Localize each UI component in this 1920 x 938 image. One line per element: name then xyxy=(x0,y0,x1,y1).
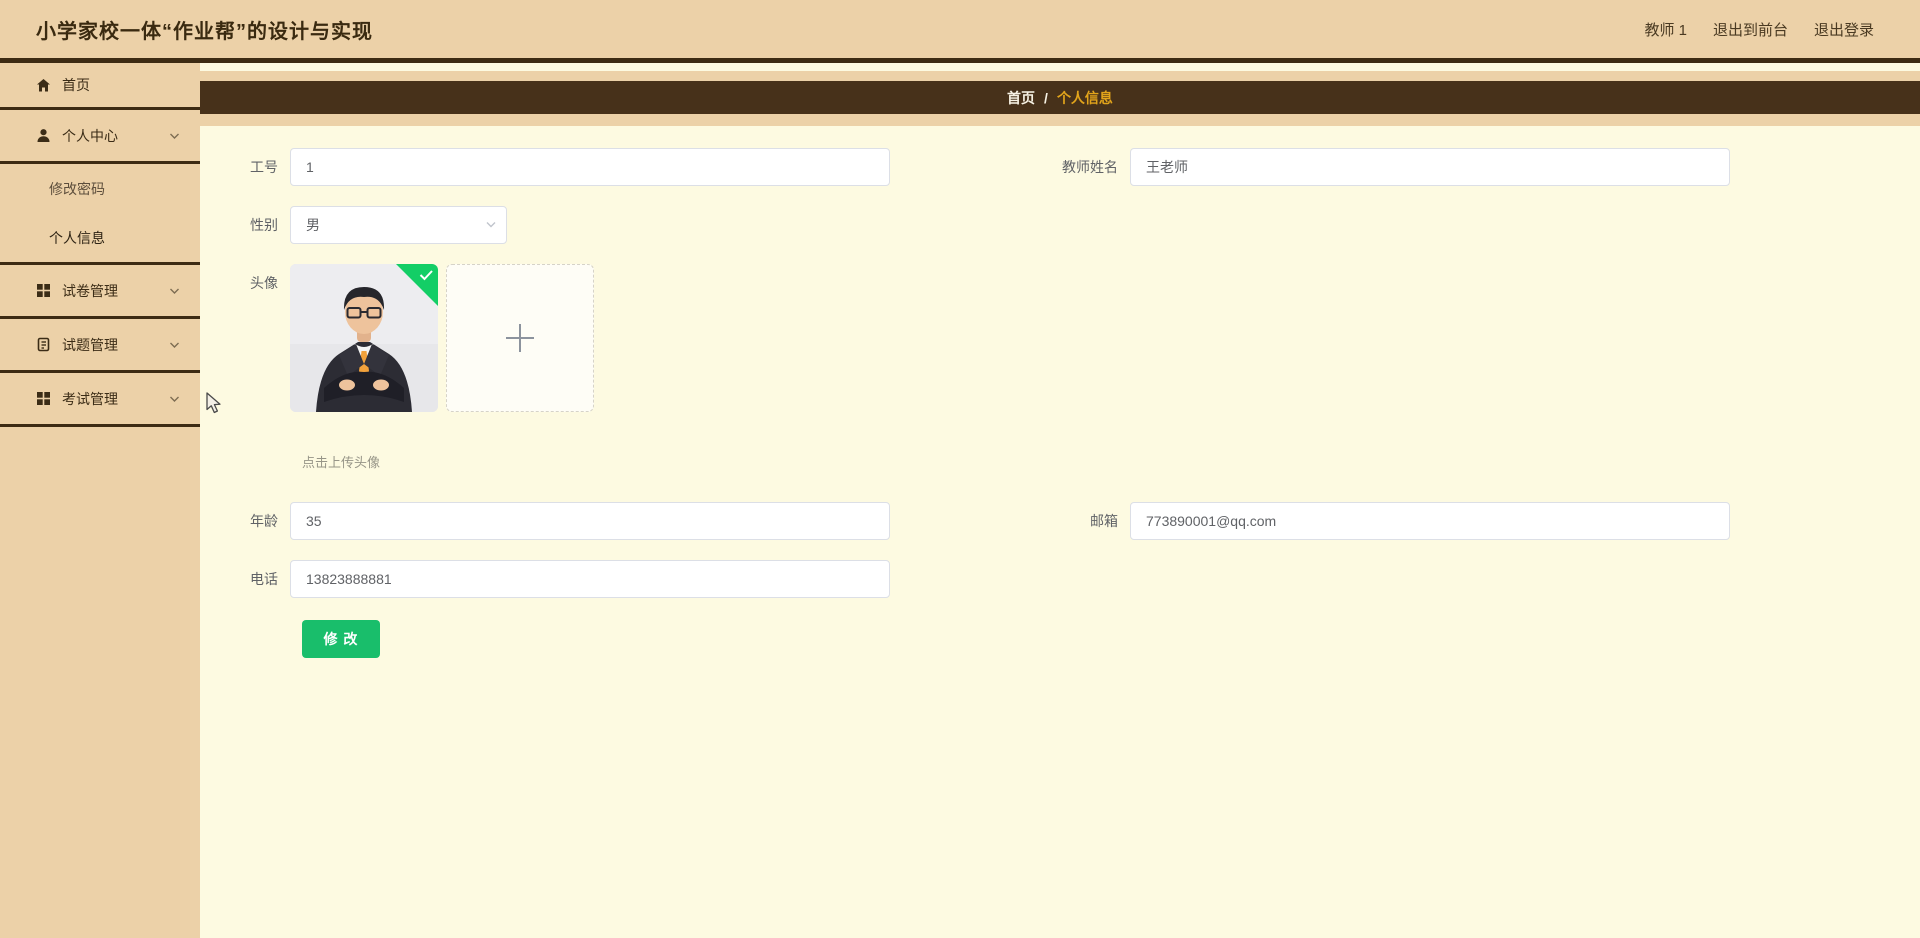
modify-button[interactable]: 修 改 xyxy=(302,620,380,658)
age-field[interactable] xyxy=(290,502,890,540)
current-user-label: 教师 1 xyxy=(1644,21,1687,39)
chevron-down-icon xyxy=(170,288,179,294)
teacher-name-label: 教师姓名 xyxy=(1062,159,1118,175)
exit-to-front-link[interactable]: 退出到前台 xyxy=(1713,19,1788,40)
chevron-down-icon xyxy=(486,222,496,228)
app-header: 小学家校一体“作业帮”的设计与实现 教师 1 退出到前台 退出登录 xyxy=(0,0,1920,63)
sidebar-item-label: 个人中心 xyxy=(62,127,118,144)
grid-icon xyxy=(37,284,50,297)
check-icon xyxy=(419,270,433,281)
phone-field[interactable] xyxy=(290,560,890,598)
sidebar-submenu-personal-center: 修改密码 个人信息 xyxy=(0,164,200,265)
sidebar-item-label: 修改密码 xyxy=(49,180,105,197)
sidebar-item-personal-info[interactable]: 个人信息 xyxy=(0,213,200,262)
sidebar-item-label: 试题管理 xyxy=(62,336,118,353)
sidebar-item-label: 试卷管理 xyxy=(62,282,118,299)
home-icon xyxy=(37,78,50,91)
app-title: 小学家校一体“作业帮”的设计与实现 xyxy=(36,20,373,43)
chevron-down-icon xyxy=(170,342,179,348)
avatar-label: 头像 xyxy=(250,275,278,291)
breadcrumb-home-link[interactable]: 首页 xyxy=(1007,88,1035,108)
sidebar-item-label: 首页 xyxy=(62,77,90,93)
chevron-down-icon xyxy=(170,396,179,402)
plus-icon xyxy=(506,324,534,352)
sidebar-item-label: 考试管理 xyxy=(62,390,118,407)
breadcrumb-separator: / xyxy=(1044,89,1048,106)
sidebar-item-paper-management[interactable]: 试卷管理 xyxy=(0,265,200,319)
personal-info-form: 工号 教师姓名 性别 xyxy=(200,126,1920,658)
sidebar-item-label: 个人信息 xyxy=(49,229,105,246)
avatar-upload-button[interactable] xyxy=(446,264,594,412)
sidebar-item-exam-management[interactable]: 考试管理 xyxy=(0,373,200,427)
gender-select[interactable] xyxy=(290,206,507,244)
main-content: 首页 / 个人信息 工号 教师姓名 xyxy=(200,63,1920,938)
work-id-label: 工号 xyxy=(250,159,278,175)
teacher-name-field[interactable] xyxy=(1130,148,1730,186)
email-label: 邮箱 xyxy=(1090,513,1118,529)
upload-hint: 点击上传头像 xyxy=(302,455,381,470)
sidebar-item-personal-center[interactable]: 个人中心 xyxy=(0,110,200,164)
work-id-field[interactable] xyxy=(290,148,890,186)
sidebar-item-home[interactable]: 首页 xyxy=(0,63,200,110)
clipboard-icon xyxy=(37,337,50,352)
breadcrumb: 首页 / 个人信息 xyxy=(200,81,1920,114)
phone-label: 电话 xyxy=(250,571,278,587)
header-menu: 教师 1 退出到前台 退出登录 xyxy=(1618,19,1874,40)
gender-label: 性别 xyxy=(250,217,278,233)
sidebar-item-change-password[interactable]: 修改密码 xyxy=(0,164,200,213)
avatar-uploader xyxy=(290,264,594,412)
chevron-down-icon xyxy=(170,133,179,139)
breadcrumb-wrap: 首页 / 个人信息 xyxy=(200,71,1920,126)
sidebar: 首页 个人中心 修改密码 个人信息 试卷管理 试题管理 考试管理 xyxy=(0,63,200,938)
age-label: 年龄 xyxy=(250,513,278,529)
logout-link[interactable]: 退出登录 xyxy=(1814,19,1874,40)
sidebar-item-question-management[interactable]: 试题管理 xyxy=(0,319,200,373)
breadcrumb-current: 个人信息 xyxy=(1056,89,1113,106)
avatar-image[interactable] xyxy=(290,264,438,412)
email-field[interactable] xyxy=(1130,502,1730,540)
grid-icon xyxy=(37,392,50,405)
user-icon xyxy=(37,129,50,142)
